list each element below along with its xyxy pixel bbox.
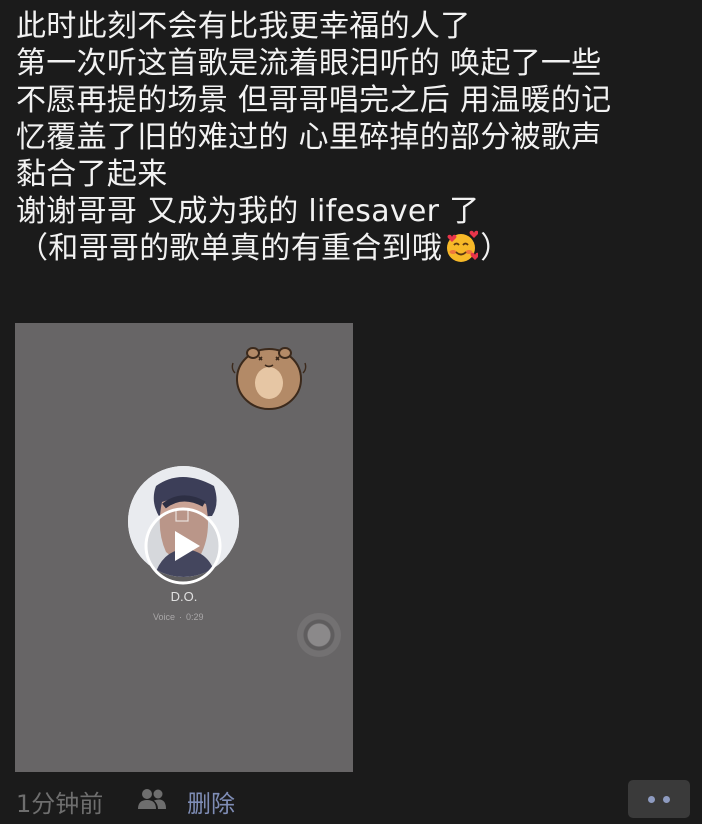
post-line: 黏合了起来 <box>16 157 168 192</box>
post-timestamp: 1分钟前 <box>16 790 104 818</box>
bear-sticker-icon <box>231 347 307 410</box>
voice-meta: Voice · 0:29 <box>153 612 204 622</box>
voice-label: Voice <box>153 612 176 622</box>
post-line: 忆覆盖了旧的难过的 心里碎掉的部分被歌声 <box>16 120 602 155</box>
post-text: 此时此刻不会有比我更幸福的人了 第一次听这首歌是流着眼泪听的 唤起了一些 不愿再… <box>16 8 696 267</box>
more-options-button[interactable] <box>628 780 690 818</box>
assistive-touch-button[interactable] <box>297 613 341 657</box>
smiling-face-with-hearts-icon <box>447 230 479 262</box>
delete-button[interactable]: 删除 <box>187 784 235 819</box>
post-line-text: （和哥哥的歌单真的有重合到哦 <box>18 231 443 266</box>
video-attachment[interactable]: D.O. Voice · 0:29 <box>15 323 353 772</box>
post-line: 不愿再提的场景 但哥哥唱完之后 用温暖的记 <box>16 83 612 118</box>
post-line-text: ） <box>480 231 511 266</box>
play-button[interactable] <box>143 506 223 586</box>
voice-name: D.O. <box>170 589 198 604</box>
friends-icon <box>138 789 166 809</box>
more-dot-icon <box>648 796 655 803</box>
post-line-with-emoji: （和哥哥的歌单真的有重合到哦 ） <box>18 230 696 267</box>
voice-duration: 0:29 <box>186 612 204 622</box>
post-line: 第一次听这首歌是流着眼泪听的 唤起了一些 <box>16 46 602 81</box>
post-line: 此时此刻不会有比我更幸福的人了 <box>16 9 471 44</box>
post-line: 谢谢哥哥 又成为我的 lifesaver 了 <box>16 194 480 229</box>
post-footer: 1分钟前 删除 <box>0 780 702 824</box>
more-dot-icon <box>663 796 670 803</box>
voice-separator: · <box>179 612 183 622</box>
